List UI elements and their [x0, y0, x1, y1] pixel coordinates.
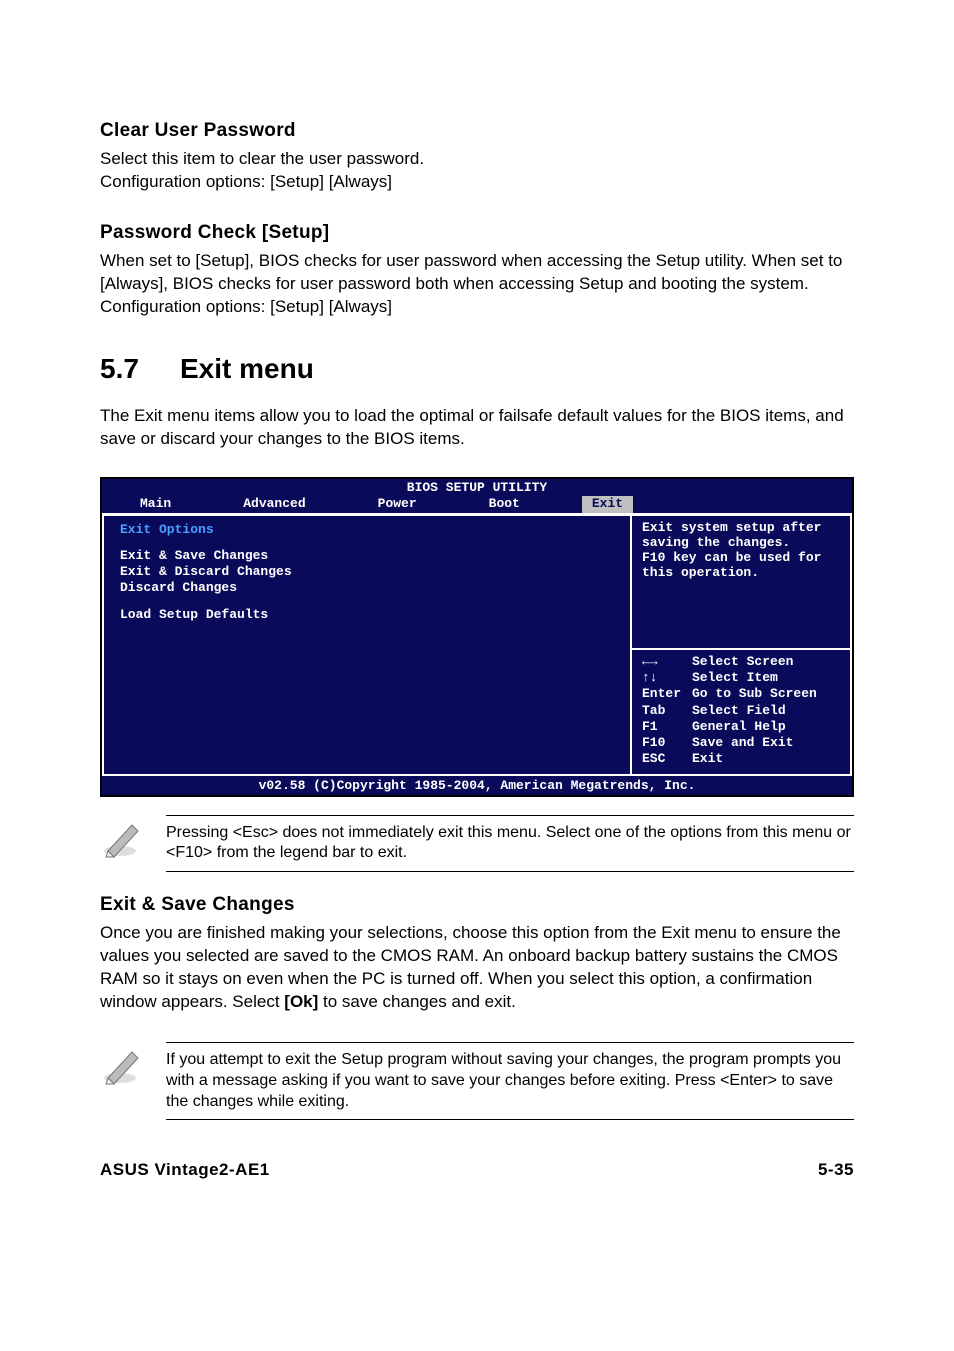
note-esc-text: Pressing <Esc> does not immediately exit…	[166, 815, 854, 873]
heading-exit-save-changes: Exit & Save Changes	[100, 894, 854, 916]
exit-save-post: to save changes and exit.	[318, 992, 516, 1011]
note-exit-unsaved-text: If you attempt to exit the Setup program…	[166, 1042, 854, 1120]
legend-key-arrows-ud: ↑↓	[642, 670, 692, 686]
legend-desc-save-exit: Save and Exit	[692, 735, 793, 751]
bios-legend: ←→Select Screen ↑↓Select Item EnterGo to…	[632, 648, 850, 774]
bios-item-exit-discard[interactable]: Exit & Discard Changes	[120, 564, 614, 580]
footer-right: 5-35	[818, 1160, 854, 1180]
exit-save-ok: [Ok]	[284, 992, 318, 1011]
legend-desc-select-screen: Select Screen	[692, 654, 793, 670]
legend-key-f10: F10	[642, 735, 692, 751]
legend-desc-general-help: General Help	[692, 719, 786, 735]
bios-setup-utility: BIOS SETUP UTILITY Main Advanced Power B…	[100, 477, 854, 797]
legend-desc-sub-screen: Go to Sub Screen	[692, 686, 817, 702]
text-exit-save-changes: Once you are finished making your select…	[100, 922, 854, 1014]
legend-desc-exit: Exit	[692, 751, 723, 767]
bios-item-discard[interactable]: Discard Changes	[120, 580, 614, 596]
pencil-note-icon	[100, 1042, 144, 1086]
legend-desc-select-field: Select Field	[692, 703, 786, 719]
pencil-note-icon	[100, 815, 144, 859]
legend-key-enter: Enter	[642, 686, 692, 702]
heading-clear-user-password: Clear User Password	[100, 120, 854, 142]
section-intro: The Exit menu items allow you to load th…	[100, 405, 854, 451]
bios-help-text: Exit system setup after saving the chang…	[632, 516, 850, 648]
bios-tab-exit[interactable]: Exit	[582, 496, 633, 513]
bios-tab-boot[interactable]: Boot	[479, 496, 530, 513]
bios-footer: v02.58 (C)Copyright 1985-2004, American …	[102, 776, 852, 795]
section-number: 5.7	[100, 353, 180, 385]
legend-key-f1: F1	[642, 719, 692, 735]
footer-left: ASUS Vintage2-AE1	[100, 1160, 270, 1180]
section-title: Exit menu	[180, 353, 314, 384]
bios-group-header: Exit Options	[120, 522, 614, 538]
bios-item-load-defaults[interactable]: Load Setup Defaults	[120, 607, 614, 623]
legend-desc-select-item: Select Item	[692, 670, 778, 686]
section-heading: 5.7Exit menu	[100, 353, 854, 385]
bios-right-pane: Exit system setup after saving the chang…	[632, 516, 852, 776]
bios-item-exit-save[interactable]: Exit & Save Changes	[120, 548, 614, 564]
text-password-check: When set to [Setup], BIOS checks for use…	[100, 250, 854, 319]
bios-title: BIOS SETUP UTILITY	[102, 479, 852, 496]
page-footer: ASUS Vintage2-AE1 5-35	[100, 1160, 854, 1180]
legend-key-arrows-lr: ←→	[642, 654, 692, 670]
bios-tab-advanced[interactable]: Advanced	[233, 496, 315, 513]
note-esc: Pressing <Esc> does not immediately exit…	[100, 815, 854, 873]
text-clear-user-password: Select this item to clear the user passw…	[100, 148, 854, 194]
bios-tab-bar: Main Advanced Power Boot Exit	[102, 496, 852, 513]
heading-password-check: Password Check [Setup]	[100, 222, 854, 244]
bios-tab-power[interactable]: Power	[368, 496, 427, 513]
bios-left-pane: Exit Options Exit & Save Changes Exit & …	[102, 516, 632, 776]
legend-key-esc: ESC	[642, 751, 692, 767]
note-exit-unsaved: If you attempt to exit the Setup program…	[100, 1042, 854, 1120]
bios-tab-main[interactable]: Main	[130, 496, 181, 513]
legend-key-tab: Tab	[642, 703, 692, 719]
